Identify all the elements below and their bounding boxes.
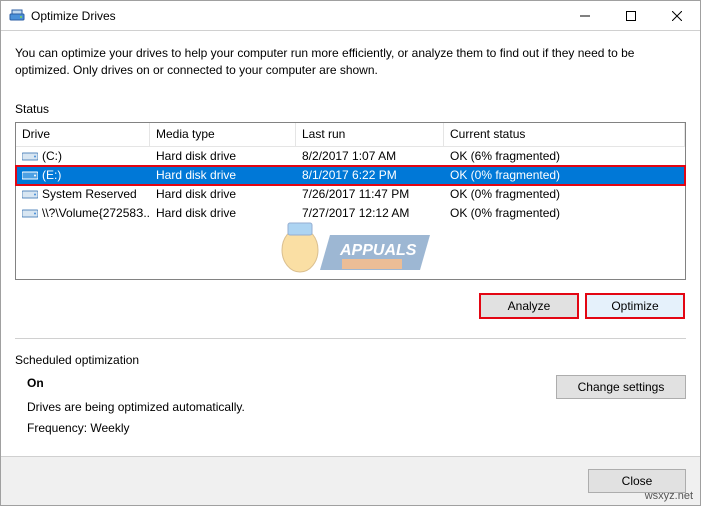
table-row[interactable]: \\?\Volume{27258З... Hard disk drive 7/2… (16, 204, 685, 223)
analyze-button[interactable]: Analyze (480, 294, 578, 318)
app-icon (9, 8, 25, 24)
drive-status: OK (0% fragmented) (444, 187, 685, 201)
scheduled-line1: Drives are being optimized automatically… (27, 397, 536, 417)
drive-icon (22, 150, 38, 162)
col-last[interactable]: Last run (296, 123, 444, 146)
drive-icon (22, 188, 38, 200)
scheduled-line2: Frequency: Weekly (27, 418, 536, 438)
maximize-button[interactable] (608, 1, 654, 31)
col-drive[interactable]: Drive (16, 123, 150, 146)
drive-media: Hard disk drive (150, 168, 296, 182)
optimize-drives-window: Optimize Drives You can optimize your dr… (0, 0, 701, 506)
drive-status: OK (6% fragmented) (444, 149, 685, 163)
drive-media: Hard disk drive (150, 187, 296, 201)
content-area: You can optimize your drives to help you… (1, 31, 700, 456)
minimize-button[interactable] (562, 1, 608, 31)
drive-last: 8/1/2017 6:22 PM (296, 168, 444, 182)
drive-last: 7/26/2017 11:47 PM (296, 187, 444, 201)
drive-name: \\?\Volume{27258З... (42, 206, 150, 220)
scheduled-section: Scheduled optimization On Drives are bei… (15, 353, 686, 438)
drive-list: Drive Media type Last run Current status… (15, 122, 686, 280)
status-label: Status (15, 102, 686, 116)
description-text: You can optimize your drives to help you… (15, 45, 686, 80)
col-status[interactable]: Current status (444, 123, 685, 146)
action-button-row: Analyze Optimize (15, 280, 686, 338)
scheduled-label: Scheduled optimization (15, 353, 686, 367)
scheduled-status-text: On Drives are being optimized automatica… (27, 373, 536, 438)
titlebar: Optimize Drives (1, 1, 700, 31)
drive-last: 8/2/2017 1:07 AM (296, 149, 444, 163)
drive-media: Hard disk drive (150, 206, 296, 220)
close-button[interactable] (654, 1, 700, 31)
drive-last: 7/27/2017 12:12 AM (296, 206, 444, 220)
divider (15, 338, 686, 339)
footer: Close (1, 456, 700, 505)
close-dialog-button[interactable]: Close (588, 469, 686, 493)
window-title: Optimize Drives (31, 9, 562, 23)
drive-icon (22, 169, 38, 181)
change-settings-button[interactable]: Change settings (556, 375, 686, 399)
table-row[interactable]: (C:) Hard disk drive 8/2/2017 1:07 AM OK… (16, 147, 685, 166)
drive-status: OK (0% fragmented) (444, 206, 685, 220)
col-media[interactable]: Media type (150, 123, 296, 146)
table-row-selected[interactable]: (E:) Hard disk drive 8/1/2017 6:22 PM OK… (16, 166, 685, 185)
list-header: Drive Media type Last run Current status (16, 123, 685, 147)
table-row[interactable]: System Reserved Hard disk drive 7/26/201… (16, 185, 685, 204)
scheduled-on: On (27, 373, 536, 393)
drive-icon (22, 207, 38, 219)
drive-name: System Reserved (42, 187, 137, 201)
drive-name: (E:) (42, 168, 61, 182)
optimize-button[interactable]: Optimize (586, 294, 684, 318)
drive-status: OK (0% fragmented) (444, 168, 685, 182)
drive-media: Hard disk drive (150, 149, 296, 163)
drive-name: (C:) (42, 149, 62, 163)
